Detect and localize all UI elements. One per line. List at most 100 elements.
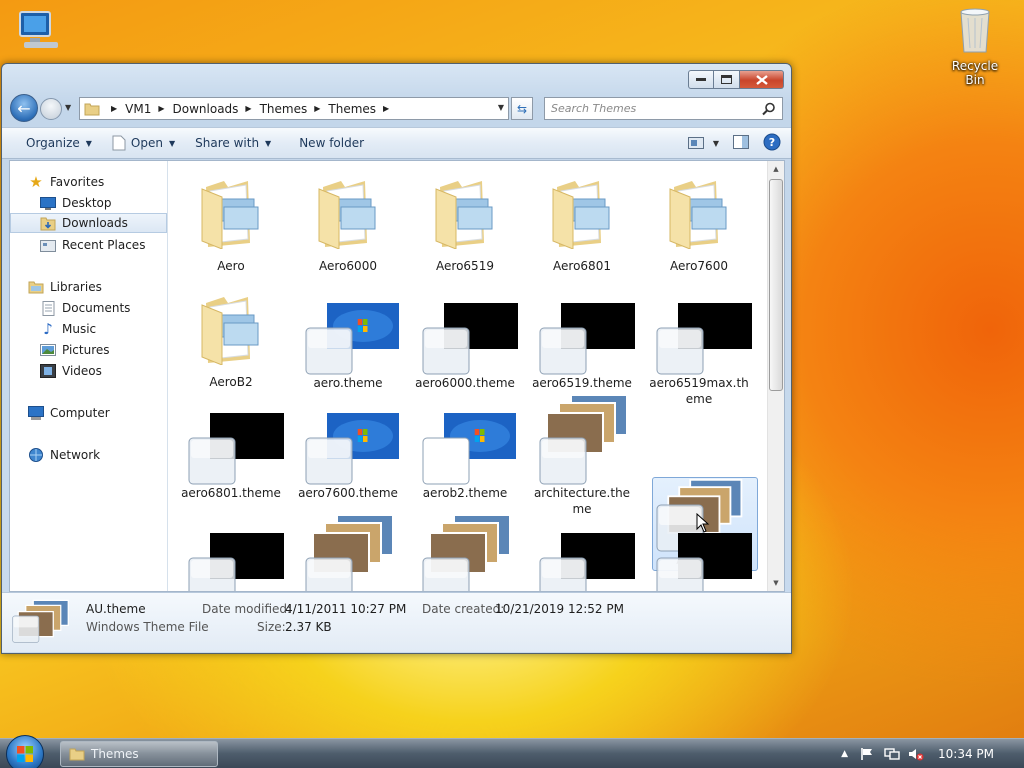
nav-libraries[interactable]: Libraries: [10, 277, 167, 297]
theme-file-item[interactable]: [178, 509, 284, 591]
date-created-value: 10/21/2019 12:52 PM: [495, 602, 624, 616]
network-icon: [28, 447, 44, 463]
breadcrumb-themes-current[interactable]: Themes ▶: [328, 102, 397, 116]
refresh-icon: ⇆: [516, 101, 528, 116]
network-status-icon[interactable]: [884, 747, 900, 761]
theme-file-item[interactable]: [529, 509, 635, 591]
theme-file-item[interactable]: aerob2.theme: [412, 391, 518, 501]
clock[interactable]: 10:34 PM: [938, 747, 994, 761]
theme-glass-icon: [539, 437, 587, 485]
view-icon: [687, 137, 704, 149]
windows-logo-icon: [17, 746, 33, 762]
mouse-cursor-icon: [696, 513, 710, 533]
breadcrumb-downloads[interactable]: Downloads ▶: [173, 102, 260, 116]
folder-item[interactable]: Aero6519: [412, 165, 518, 273]
recent-pages-dropdown-icon[interactable]: ▼: [65, 103, 71, 112]
documents-icon: [40, 300, 56, 316]
recycle-bin-icon: [960, 8, 990, 53]
computer-icon: [28, 405, 44, 421]
theme-file-item[interactable]: architecture.theme: [529, 391, 635, 516]
star-icon: ★: [29, 173, 43, 191]
share-with-button[interactable]: Share with ▼: [185, 128, 281, 158]
theme-file-item[interactable]: aero6000.theme: [412, 281, 518, 391]
folder-item[interactable]: Aero6000: [295, 165, 401, 273]
open-button[interactable]: Open ▼: [102, 128, 185, 158]
preview-pane-button[interactable]: [733, 134, 749, 152]
desktop-icon: [40, 195, 56, 211]
breadcrumb-themes[interactable]: Themes ▶: [260, 102, 329, 116]
details-file-name: AU.theme: [86, 602, 146, 616]
folder-icon: [434, 169, 498, 257]
theme-file-item[interactable]: aero6519max.theme: [646, 281, 752, 406]
vertical-scrollbar[interactable]: ▲ ▼: [767, 161, 784, 591]
scrollbar-thumb[interactable]: [769, 179, 783, 391]
forward-button[interactable]: [40, 98, 62, 120]
folder-item[interactable]: Aero: [178, 165, 284, 273]
nav-computer[interactable]: Computer: [10, 403, 167, 423]
help-button[interactable]: ?: [763, 133, 781, 154]
theme-file-item[interactable]: [412, 509, 518, 591]
close-button[interactable]: [740, 70, 784, 89]
theme-glass-icon: [539, 557, 587, 591]
nav-pictures[interactable]: Pictures: [10, 340, 167, 360]
date-created-label: Date created:: [422, 602, 505, 616]
view-dropdown-icon[interactable]: ▼: [713, 139, 719, 148]
folder-item[interactable]: Aero7600: [646, 165, 752, 273]
theme-glass-icon: [188, 437, 236, 485]
pictures-icon: [40, 342, 56, 358]
address-bar[interactable]: ▶ VM1 ▶ Downloads ▶ Themes ▶ Themes ▶ ▼: [79, 97, 509, 120]
theme-white-icon: [422, 437, 470, 485]
nav-documents[interactable]: Documents: [10, 298, 167, 318]
nav-music[interactable]: ♪ Music: [10, 319, 167, 339]
refresh-button[interactable]: ⇆: [511, 97, 533, 120]
maximize-button[interactable]: [714, 70, 740, 89]
nav-desktop[interactable]: Desktop: [10, 193, 167, 213]
svg-text:?: ?: [769, 136, 775, 149]
search-input[interactable]: Search Themes: [544, 97, 783, 120]
scroll-up-icon[interactable]: ▲: [768, 161, 784, 177]
nav-network[interactable]: Network: [10, 445, 167, 465]
system-tray: ▲ 10:34 PM: [841, 739, 1024, 768]
nav-downloads[interactable]: Downloads: [10, 213, 167, 233]
theme-file-item[interactable]: [295, 509, 401, 591]
recycle-bin-label: Recycle Bin: [951, 59, 999, 87]
desktop-computer-icon[interactable]: [14, 10, 64, 54]
theme-glass-icon: [656, 327, 704, 375]
theme-file-item[interactable]: aero6801.theme: [178, 391, 284, 501]
folder-item[interactable]: Aero6801: [529, 165, 635, 273]
organize-button[interactable]: Organize ▼: [2, 128, 102, 158]
help-icon: ?: [763, 133, 781, 150]
new-folder-button[interactable]: New folder: [281, 128, 374, 158]
folder-icon: [200, 169, 264, 257]
taskbar-explorer-button[interactable]: Themes: [60, 741, 218, 767]
theme-file-item[interactable]: aero.theme: [295, 281, 401, 391]
address-dropdown-icon[interactable]: ▼: [498, 103, 504, 112]
nav-recent-places[interactable]: Recent Places: [10, 235, 167, 255]
breadcrumb-separator-icon[interactable]: ▶: [111, 104, 117, 113]
theme-glass-icon: [305, 437, 353, 485]
scroll-down-icon[interactable]: ▼: [768, 575, 784, 591]
nav-videos[interactable]: Videos: [10, 361, 167, 381]
show-hidden-icons-icon[interactable]: ▲: [841, 749, 848, 759]
minimize-button[interactable]: [688, 70, 714, 89]
downloads-folder-icon: [40, 215, 56, 231]
folder-item[interactable]: AeroB2: [178, 281, 284, 391]
explorer-window[interactable]: ← ▼ ▶ VM1 ▶ Downloads ▶ Themes ▶ Themes ▶ ▼ …: [1, 63, 792, 654]
theme-file-item[interactable]: aero6519.theme: [529, 281, 635, 391]
start-button[interactable]: [6, 735, 44, 768]
navigation-pane: ★ Favorites Desktop Downloads Recent Plac…: [10, 161, 168, 591]
nav-favorites[interactable]: ★ Favorites: [10, 172, 167, 192]
details-pane: AU.theme Windows Theme File Date modifie…: [2, 592, 791, 652]
file-grid: Aero Aero6000 Aero6519 Aero6801 Aero7600…: [169, 161, 769, 591]
maximize-icon: [721, 75, 732, 84]
back-button[interactable]: ←: [10, 94, 38, 122]
recycle-bin[interactable]: Recycle Bin: [942, 6, 1008, 87]
action-center-flag-icon[interactable]: [860, 747, 874, 761]
volume-muted-icon[interactable]: [908, 747, 924, 761]
theme-glass-icon: [305, 327, 353, 375]
breadcrumb-vm1[interactable]: VM1 ▶: [125, 102, 172, 116]
theme-file-item[interactable]: aero7600.theme: [295, 391, 401, 501]
change-view-button[interactable]: ▼: [687, 137, 719, 149]
preview-pane-icon: [733, 134, 749, 149]
details-file-type: Windows Theme File: [86, 620, 209, 634]
